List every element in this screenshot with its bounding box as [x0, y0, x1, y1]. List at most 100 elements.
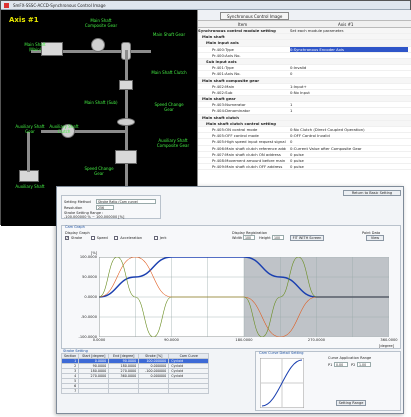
settings-row-item: Main shaft gear	[202, 96, 236, 102]
cam-data-window: Return to Basic Setting Setting Method S…	[56, 186, 404, 414]
diagram-label: Speed Change Gear	[84, 166, 114, 176]
width-input[interactable]: 100	[243, 235, 255, 240]
setting-method-group: Setting Method Stroke Ratio (Cam curve) …	[61, 195, 161, 219]
y-tick-label: 100.0000	[79, 255, 97, 259]
col-axis-header: Axis #1	[338, 22, 354, 27]
table-header: Section	[60, 353, 80, 359]
window-titlebar: SmFX-SSSC-ACCD-Synchronous Control Image	[1, 1, 410, 10]
return-basic-setting-button[interactable]: Return to Basic Setting	[343, 190, 401, 196]
settings-row-item: Pr.405:ON control mode	[212, 127, 258, 132]
y-tick-label: 0.0000	[84, 295, 97, 299]
width-label: Width	[232, 236, 243, 240]
settings-row-value[interactable]: 0:Synchronous Encoder Axis	[290, 46, 408, 52]
diagram-label: Auxiliary Shaft	[15, 184, 45, 189]
settings-row-item: Pr.407:Main shaft clutch ON address	[212, 151, 281, 157]
settings-row-item: Pr.404:Denominator	[212, 108, 251, 114]
settings-row-item: Pr.408:Movement amount before main shaft…	[212, 157, 286, 163]
settings-row-item: Pr.400:Type	[212, 46, 234, 52]
settings-row-item: Main shaft composite gear	[202, 77, 260, 83]
x-tick-label: 180.0000	[235, 338, 253, 342]
settings-row-item: Main shaft clutch	[202, 114, 240, 120]
settings-row-value[interactable]: 1:Input+	[290, 84, 408, 89]
settings-toolbar: Synchronous Control Image	[198, 10, 411, 21]
diagram-label: Auxiliary Shaft Clutch	[49, 124, 79, 134]
settings-row-value[interactable]: Set each module parameter.	[290, 28, 408, 33]
settings-row-value[interactable]: 0:Current Value after Composite Gear	[290, 146, 408, 151]
settings-row-item: Synchronous control module setting	[198, 28, 276, 33]
settings-row-value[interactable]: 0	[290, 139, 408, 144]
view-button[interactable]: View	[366, 235, 384, 241]
settings-row-item: Pr.402:Main	[212, 83, 235, 89]
curve-preview	[260, 358, 304, 408]
x-tick-label: 90.0000	[164, 338, 179, 342]
height-input[interactable]: 100	[272, 235, 284, 240]
settings-row[interactable]: Pr.409:Main shaft clutch OFF address 0 pu…	[198, 164, 411, 171]
speed-change-box	[115, 150, 137, 164]
settings-row-item: Main shaft clutch control setting	[206, 120, 276, 126]
settings-row-value[interactable]: 0 pulse	[290, 164, 408, 169]
display-graph-checkboxes: ✓ Stroke Speed Acceleration Jerk	[65, 236, 175, 242]
x-tick-label: 270.0000	[307, 338, 326, 342]
settings-row-item: Pr.401:Type	[212, 65, 234, 71]
stroke-setting-table: Section Start [degree] End [degree] Stroke …	[60, 353, 210, 394]
settings-row-item: Pr.409:Main shaft clutch OFF address	[212, 164, 283, 170]
settings-row-value[interactable]: 0:Invalid	[290, 65, 408, 70]
axis-title: Axis #1	[9, 16, 39, 24]
settings-row-item: Pr.405:OFF control mode	[212, 133, 259, 139]
settings-row-value[interactable]: 1	[290, 102, 408, 107]
checkbox-jerk[interactable]	[153, 236, 158, 240]
sync-control-image-button[interactable]: Synchronous Control Image	[220, 12, 290, 20]
diagram-label: Main Shaft (Sub)	[84, 100, 118, 105]
cam-graph-chart[interactable]	[99, 257, 389, 337]
fit-with-screen-button[interactable]: FIT WITH Screen	[290, 235, 324, 241]
table-cell[interactable]	[138, 388, 170, 394]
settings-row-item: Pr.405:High speed input request signal	[212, 139, 286, 145]
settings-row-item: Pr.403:Numerator	[212, 102, 246, 108]
settings-row-value[interactable]: 1	[290, 108, 408, 113]
setting-range-button[interactable]: Setting Range	[336, 400, 366, 406]
clutch-shape	[119, 80, 133, 90]
y-tick-label: 50.0000	[82, 275, 97, 279]
settings-row-value[interactable]: 0:No Clutch (Direct Coupled Operation)	[290, 127, 408, 132]
resolution-select[interactable]: 256	[96, 205, 114, 210]
aux-vertical-line	[27, 132, 30, 172]
table-header: Start [degree]	[78, 353, 110, 359]
table-cell[interactable]	[168, 388, 210, 394]
speed-gear-shape	[117, 118, 135, 126]
p1-label: P1	[328, 363, 333, 367]
cam-curve-detail-title: Cam Curve Detail Setting	[259, 351, 304, 355]
settings-header: Item Axis #1	[198, 21, 411, 28]
col-item-header: Item	[238, 22, 248, 27]
p1-input[interactable]: 0.00	[334, 362, 348, 367]
checkbox-label: Stroke	[71, 236, 83, 240]
diagram-label: Auxiliary Shaft Gear	[15, 124, 45, 134]
settings-row-value[interactable]: 0	[290, 71, 408, 76]
app-icon	[4, 3, 9, 8]
table-header: End [degree]	[108, 353, 140, 359]
settings-row-item: Sub input axis	[206, 58, 237, 64]
table-cell[interactable]: 7	[60, 388, 80, 394]
settings-row-item: Pr.400:Axis No.	[212, 52, 241, 58]
settings-tree: Synchronous control module setting Set ea…	[198, 28, 411, 171]
checkbox-label: Jerk	[159, 236, 167, 240]
table-row[interactable]: 7	[60, 388, 210, 394]
settings-row-value[interactable]: 0:No Input	[290, 90, 408, 95]
diagram-label: Main Shaft Composite Gear	[84, 18, 118, 28]
table-cell[interactable]	[78, 388, 110, 394]
setting-method-label: Setting Method	[64, 200, 91, 204]
checkbox-acceleration[interactable]	[114, 236, 119, 240]
curve-app-range-label: Curve Application Range	[328, 356, 372, 360]
setting-method-select[interactable]: Stroke Ratio (Cam curve)	[96, 199, 156, 204]
table-cell[interactable]	[108, 388, 140, 394]
checkbox-stroke[interactable]: ✓	[65, 236, 69, 240]
diagram-label: Main Shaft (Main)	[24, 42, 46, 52]
settings-row-value[interactable]: 0 pulse	[290, 152, 408, 157]
x-tick-label: 0.0000	[92, 338, 106, 342]
display-graph-label: Display Graph	[65, 231, 90, 235]
diagram-label: Speed Change Gear	[154, 102, 184, 112]
p2-input[interactable]: 1.00	[357, 362, 371, 367]
settings-row-value[interactable]: 0:OFF Control Invalid	[290, 133, 408, 138]
checkbox-speed[interactable]	[90, 236, 95, 240]
settings-row-value[interactable]: 0 pulse	[290, 158, 408, 163]
resolution-label: Resolution	[64, 206, 83, 210]
